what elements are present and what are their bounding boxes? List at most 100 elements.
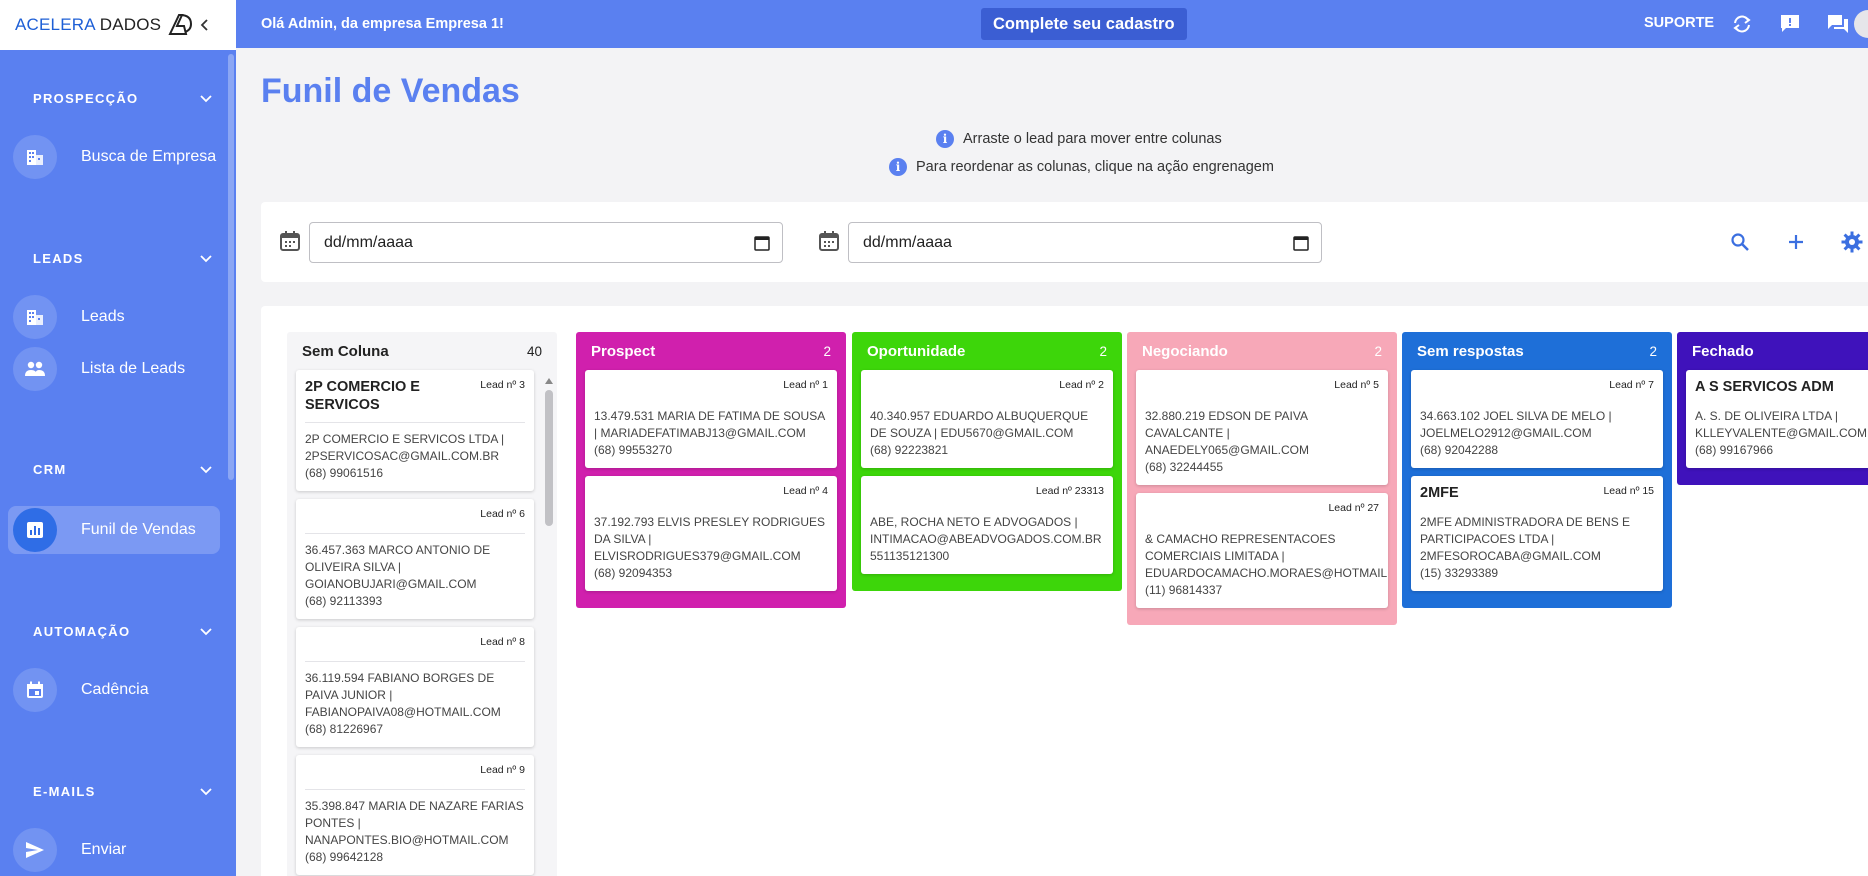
send-icon <box>13 828 57 872</box>
column-title: Sem respostas <box>1417 342 1524 360</box>
lead-card[interactable]: 2MFE Lead nº 15 2MFE ADMINISTRADORA DE BE… <box>1411 476 1663 591</box>
lead-info: 36.119.594 FABIANO BORGES DE PAIVA JUNIO… <box>305 671 501 719</box>
sidebar-item-enviar[interactable]: Enviar <box>8 826 220 874</box>
column-title: Prospect <box>591 342 656 360</box>
page-title: Funil de Vendas <box>261 72 520 110</box>
logo[interactable]: ACELERA DADOS <box>15 15 161 35</box>
kanban-column-prospect[interactable]: Prospect 2 Lead nº 1 13.479.531 MARIA DE… <box>576 332 846 608</box>
search-icon[interactable] <box>1728 230 1752 254</box>
add-icon[interactable] <box>1784 230 1808 254</box>
calendar-icon <box>13 668 57 712</box>
lead-card[interactable]: Lead nº 1 13.479.531 MARIA DE FATIMA DE … <box>585 370 837 468</box>
column-header[interactable]: Negociando 2 <box>1136 332 1388 370</box>
lead-phone: (11) 96814337 <box>1145 583 1223 597</box>
support-link[interactable]: SUPORTE <box>1644 15 1714 31</box>
lead-phone: (68) 99642128 <box>305 850 384 864</box>
lead-phone: (68) 92223821 <box>870 443 949 457</box>
lead-number: Lead nº 9 <box>480 764 525 776</box>
nav-label: Enviar <box>81 841 127 858</box>
info-text: Arraste o lead para mover entre colunas <box>963 131 1222 147</box>
section-leads[interactable]: LEADS <box>33 251 213 266</box>
avatar[interactable] <box>1854 10 1868 38</box>
kanban-column-sem-coluna[interactable]: Sem Coluna 40 2P COMERCIO E SERVICOS Lead… <box>287 332 557 876</box>
collapse-sidebar-button[interactable] <box>194 14 216 36</box>
lead-phone: (68) 32244455 <box>1145 460 1224 474</box>
sidebar-item-busca-empresa[interactable]: Busca de Empresa <box>8 133 220 181</box>
feedback-alert-icon[interactable] <box>1778 12 1802 36</box>
sidebar-scrollbar[interactable] <box>228 54 234 480</box>
topbar: Olá Admin, da empresa Empresa 1! Complet… <box>236 0 1868 48</box>
lead-name: 2MFE <box>1420 485 1459 501</box>
section-title: E-MAILS <box>33 784 96 799</box>
lead-phone: (68) 92113393 <box>305 594 383 608</box>
refresh-icon[interactable] <box>1730 12 1754 36</box>
section-title: CRM <box>33 462 67 477</box>
lead-info: 34.663.102 JOEL SILVA DE MELO | JOELMELO… <box>1420 409 1612 440</box>
lead-card[interactable]: Lead nº 8 36.119.594 FABIANO BORGES DE P… <box>296 627 534 747</box>
chevron-down-icon <box>200 627 212 635</box>
lead-card[interactable]: A S SERVICOS ADM A. S. DE OLIVEIRA LTDA … <box>1686 370 1868 468</box>
lead-phone: (68) 99061516 <box>305 466 384 480</box>
lead-number: Lead nº 27 <box>1328 502 1379 514</box>
complete-profile-button[interactable]: Complete seu cadastro <box>981 8 1187 40</box>
sidebar-item-funil-vendas[interactable]: Funil de Vendas <box>8 506 220 554</box>
logo-bar: ACELERA DADOS <box>0 0 236 50</box>
sidebar: ACELERA DADOS PROSPECÇÃO Busca de Empres… <box>0 0 236 876</box>
kanban-column-negociando[interactable]: Negociando 2 Lead nº 5 32.880.219 EDSON … <box>1127 332 1397 625</box>
lead-card[interactable]: Lead nº 2 40.340.957 EDUARDO ALBUQUERQUE… <box>861 370 1113 468</box>
column-count: 40 <box>526 343 542 359</box>
column-scrollbar[interactable] <box>545 378 553 528</box>
gear-icon[interactable] <box>1840 230 1864 254</box>
kanban-column-sem-respostas[interactable]: Sem respostas 2 Lead nº 7 34.663.102 JOE… <box>1402 332 1672 608</box>
kanban-column-fechado[interactable]: Fechado A S SERVICOS ADM A. S. DE OLIVEI… <box>1677 332 1868 485</box>
section-title: PROSPECÇÃO <box>33 91 139 106</box>
lead-info: 32.880.219 EDSON DE PAIVA CAVALCANTE | A… <box>1145 409 1310 457</box>
start-date-input[interactable]: dd/mm/aaaa <box>309 222 783 263</box>
lead-phone: (68) 81226967 <box>305 722 384 736</box>
lead-info: 37.192.793 ELVIS PRESLEY RODRIGUES DA SI… <box>594 515 826 563</box>
lead-number: Lead nº 2 <box>1059 379 1104 391</box>
end-date-input[interactable]: dd/mm/aaaa <box>848 222 1322 263</box>
lead-card[interactable]: Lead nº 5 32.880.219 EDSON DE PAIVA CAVA… <box>1136 370 1388 485</box>
lead-card[interactable]: Lead nº 7 34.663.102 JOEL SILVA DE MELO … <box>1411 370 1663 468</box>
lead-card[interactable]: Lead nº 27 & CAMACHO REPRESENTACOES COME… <box>1136 493 1388 608</box>
sidebar-item-cadencia[interactable]: Cadência <box>8 666 220 714</box>
column-header[interactable]: Prospect 2 <box>585 332 837 370</box>
section-crm[interactable]: CRM <box>33 462 213 477</box>
sidebar-item-leads[interactable]: Leads <box>8 293 220 341</box>
building-icon <box>13 295 57 339</box>
nav-label: Busca de Empresa <box>81 148 217 165</box>
calendar-picker-icon[interactable] <box>754 235 770 251</box>
chevron-down-icon <box>200 465 212 473</box>
column-header[interactable]: Sem respostas 2 <box>1411 332 1663 370</box>
chevron-down-icon <box>200 254 212 262</box>
section-emails[interactable]: E-MAILS <box>33 784 213 799</box>
lead-phone: (68) 92094353 <box>594 566 673 580</box>
section-prospeccao[interactable]: PROSPECÇÃO <box>33 91 213 106</box>
column-title: Negociando <box>1142 342 1228 360</box>
chat-icon[interactable] <box>1826 12 1850 36</box>
section-automacao[interactable]: AUTOMAÇÃO <box>33 624 213 639</box>
lead-info: 35.398.847 MARIA DE NAZARE FARIAS PONTES… <box>305 799 524 847</box>
lead-card[interactable]: Lead nº 9 35.398.847 MARIA DE NAZARE FAR… <box>296 755 534 875</box>
lead-phone: (68) 99553270 <box>594 443 673 457</box>
lead-info: A. S. DE OLIVEIRA LTDA | KLLEYVALENTE@GM… <box>1695 409 1868 440</box>
sidebar-item-lista-leads[interactable]: Lista de Leads <box>8 345 220 393</box>
lead-card[interactable]: Lead nº 4 37.192.793 ELVIS PRESLEY RODRI… <box>585 476 837 591</box>
nav-label: Lista de Leads <box>81 360 186 377</box>
lead-phone: 551135121300 <box>870 549 950 563</box>
info-icon: i <box>889 158 907 176</box>
lead-card[interactable]: Lead nº 23313 ABE, ROCHA NETO E ADVOGADO… <box>861 476 1113 574</box>
kanban-column-oportunidade[interactable]: Oportunidade 2 Lead nº 2 40.340.957 EDUA… <box>852 332 1122 591</box>
column-header[interactable]: Fechado <box>1686 332 1868 370</box>
column-header[interactable]: Oportunidade 2 <box>861 332 1113 370</box>
column-header[interactable]: Sem Coluna 40 <box>296 332 548 370</box>
calendar-picker-icon[interactable] <box>1293 235 1309 251</box>
lead-number: Lead nº 6 <box>480 508 525 520</box>
nav-label: Leads <box>81 308 125 325</box>
lead-number: Lead nº 3 <box>480 379 525 391</box>
lead-card[interactable]: 2P COMERCIO E SERVICOS Lead nº 3 2P COMER… <box>296 370 534 491</box>
greeting-text: Olá Admin, da empresa Empresa 1! <box>261 16 504 32</box>
lead-card[interactable]: Lead nº 6 36.457.363 MARCO ANTONIO DE OL… <box>296 499 534 619</box>
people-icon <box>13 347 57 391</box>
